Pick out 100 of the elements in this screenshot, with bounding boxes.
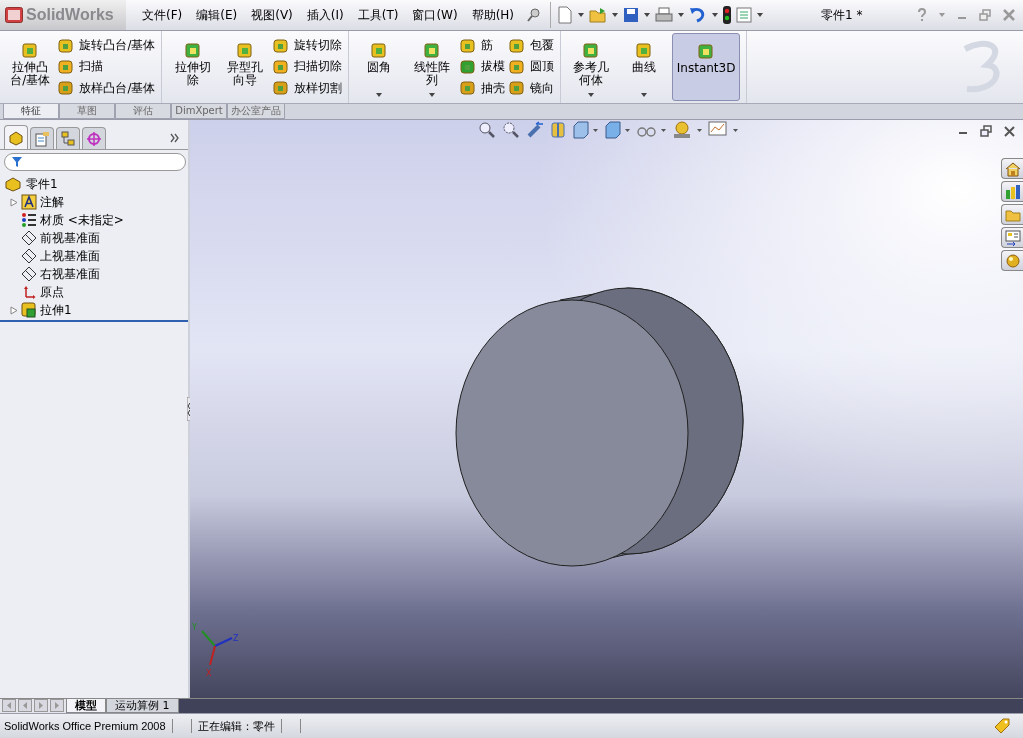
chevron-icon[interactable] [170, 133, 180, 143]
ribbon-button[interactable]: 包覆 [509, 35, 554, 56]
document-tab[interactable]: 模型 [66, 699, 106, 713]
menu-item[interactable]: 编辑(E) [196, 6, 238, 24]
configuration-icon [60, 130, 76, 147]
help-icon[interactable] [917, 8, 927, 22]
document-tab[interactable]: 运动算例 1 [106, 699, 179, 713]
property-sheet-icon [34, 130, 50, 147]
feature-icon [273, 80, 290, 97]
task-pane-tab[interactable] [1001, 227, 1023, 248]
crosshair-icon [86, 130, 102, 147]
ribbon-button[interactable]: 圆顶 [509, 57, 554, 77]
panel-tab[interactable] [30, 127, 54, 149]
ribbon-button[interactable]: 异型孔向导 [220, 33, 270, 101]
tab-scroll-icon[interactable] [2, 699, 16, 712]
caret-icon[interactable] [428, 93, 435, 97]
menu-item[interactable]: 插入(I) [306, 6, 344, 24]
menu-item[interactable]: 视图(V) [251, 6, 293, 24]
ribbon-button[interactable]: 扫描 [58, 57, 156, 77]
ribbon-button[interactable]: 拔模 [460, 57, 505, 77]
ribbon-tab[interactable]: 评估 [115, 104, 171, 119]
ribbon-button[interactable]: 拉伸切除 [168, 33, 217, 101]
menu-item[interactable]: 工具(T) [357, 6, 399, 24]
restore-icon[interactable] [980, 125, 992, 137]
material-icon [21, 212, 37, 228]
caret-icon[interactable] [578, 13, 585, 17]
feature-icon [422, 41, 441, 59]
ribbon-button[interactable]: 曲线 [619, 33, 668, 101]
menu-item[interactable]: 文件(F) [142, 6, 183, 24]
panel-tab[interactable] [56, 127, 80, 149]
status-text: SolidWorks Office Premium 2008 [4, 720, 166, 732]
scene-sphere-icon[interactable] [672, 121, 702, 139]
caret-icon[interactable] [678, 13, 685, 17]
pin-icon[interactable] [526, 7, 543, 23]
display-style-icon[interactable] [604, 121, 630, 139]
caret-icon[interactable] [640, 93, 647, 97]
tree-item[interactable]: 材质 <未指定> [4, 211, 188, 229]
plane-icon [21, 266, 37, 282]
ribbon-tab[interactable]: 办公室产品 [227, 104, 285, 119]
ribbon-button[interactable]: 拉伸凸台/基体 [6, 33, 55, 101]
ribbon-button[interactable]: 抽壳 [460, 78, 505, 99]
previous-view-icon[interactable] [526, 121, 544, 139]
ribbon-button[interactable]: 放样凸台/基体 [58, 78, 156, 99]
panel-tab[interactable] [82, 127, 106, 149]
section-view-icon[interactable] [550, 121, 566, 139]
caret-icon[interactable] [712, 13, 719, 17]
ribbon-tab[interactable]: 草图 [59, 104, 115, 119]
tree-item[interactable]: 前视基准面 [4, 229, 188, 247]
view-orientation-icon[interactable] [572, 121, 598, 139]
ribbon-button[interactable]: 镜向 [509, 78, 554, 99]
ribbon-tab[interactable]: 特征 [3, 104, 59, 119]
ribbon-button[interactable]: 扫描切除 [273, 57, 343, 77]
feature-icon [236, 41, 254, 59]
expand-icon[interactable] [10, 197, 18, 207]
save-icon[interactable] [623, 7, 640, 23]
tree-item[interactable]: 注解 [4, 193, 188, 211]
status-mode: 正在编辑：零件 [197, 718, 275, 734]
task-pane-tab[interactable] [1001, 250, 1023, 271]
task-pane-tab[interactable] [1001, 181, 1023, 202]
caret-icon[interactable] [376, 93, 383, 97]
tab-scroll-icon[interactable] [18, 699, 32, 712]
ribbon-button[interactable]: 放样切割 [273, 78, 343, 99]
caret-icon[interactable] [612, 13, 619, 17]
filter-field[interactable] [4, 153, 186, 171]
ribbon-button[interactable]: 筋 [460, 35, 505, 56]
menu-item[interactable]: 窗口(W) [412, 6, 458, 24]
sphere-icon [1004, 252, 1021, 269]
traffic-light-icon[interactable] [723, 6, 732, 24]
tree-item[interactable]: 右视基准面 [4, 265, 188, 283]
zoom-to-fit-icon[interactable] [478, 121, 496, 139]
ribbon-tab[interactable]: DimXpert [171, 104, 227, 119]
tree-item[interactable]: 拉伸1 [4, 301, 188, 319]
caret-icon[interactable] [757, 13, 764, 17]
print-icon[interactable] [655, 7, 674, 23]
zoom-area-icon[interactable] [502, 121, 520, 139]
tree-item[interactable]: 零件1 [4, 175, 188, 193]
monitor-icon[interactable] [708, 121, 738, 139]
view-palette-icon [1004, 229, 1021, 246]
ribbon-button[interactable]: Instant3D [671, 33, 741, 101]
tree-item[interactable]: 上视基准面 [4, 247, 188, 265]
ribbon-button[interactable]: 线性阵列 [407, 33, 456, 101]
panel-tab[interactable] [4, 125, 28, 149]
caret-icon[interactable] [588, 93, 595, 97]
ribbon-button[interactable]: 参考几何体 [567, 33, 616, 101]
tab-scroll-icon[interactable] [50, 699, 64, 712]
feature-icon [58, 59, 75, 75]
tree-label: 原点 [40, 283, 64, 301]
origin-icon [24, 286, 36, 299]
caret-icon[interactable] [644, 13, 651, 17]
ribbon-button[interactable]: 旋转切除 [273, 35, 343, 56]
close-icon[interactable] [1004, 125, 1015, 137]
menu-item[interactable]: 帮助(H) [471, 6, 515, 24]
tag-icon[interactable] [993, 718, 1011, 734]
expand-icon[interactable] [10, 305, 18, 315]
task-pane-tab[interactable] [1001, 204, 1023, 225]
tab-scroll-icon[interactable] [34, 699, 48, 712]
task-pane-tab[interactable] [1001, 158, 1023, 179]
ribbon-button[interactable]: 圆角 [355, 33, 404, 101]
tree-item[interactable]: 原点 [4, 283, 188, 301]
ribbon-button[interactable]: 旋转凸台/基体 [58, 35, 156, 56]
